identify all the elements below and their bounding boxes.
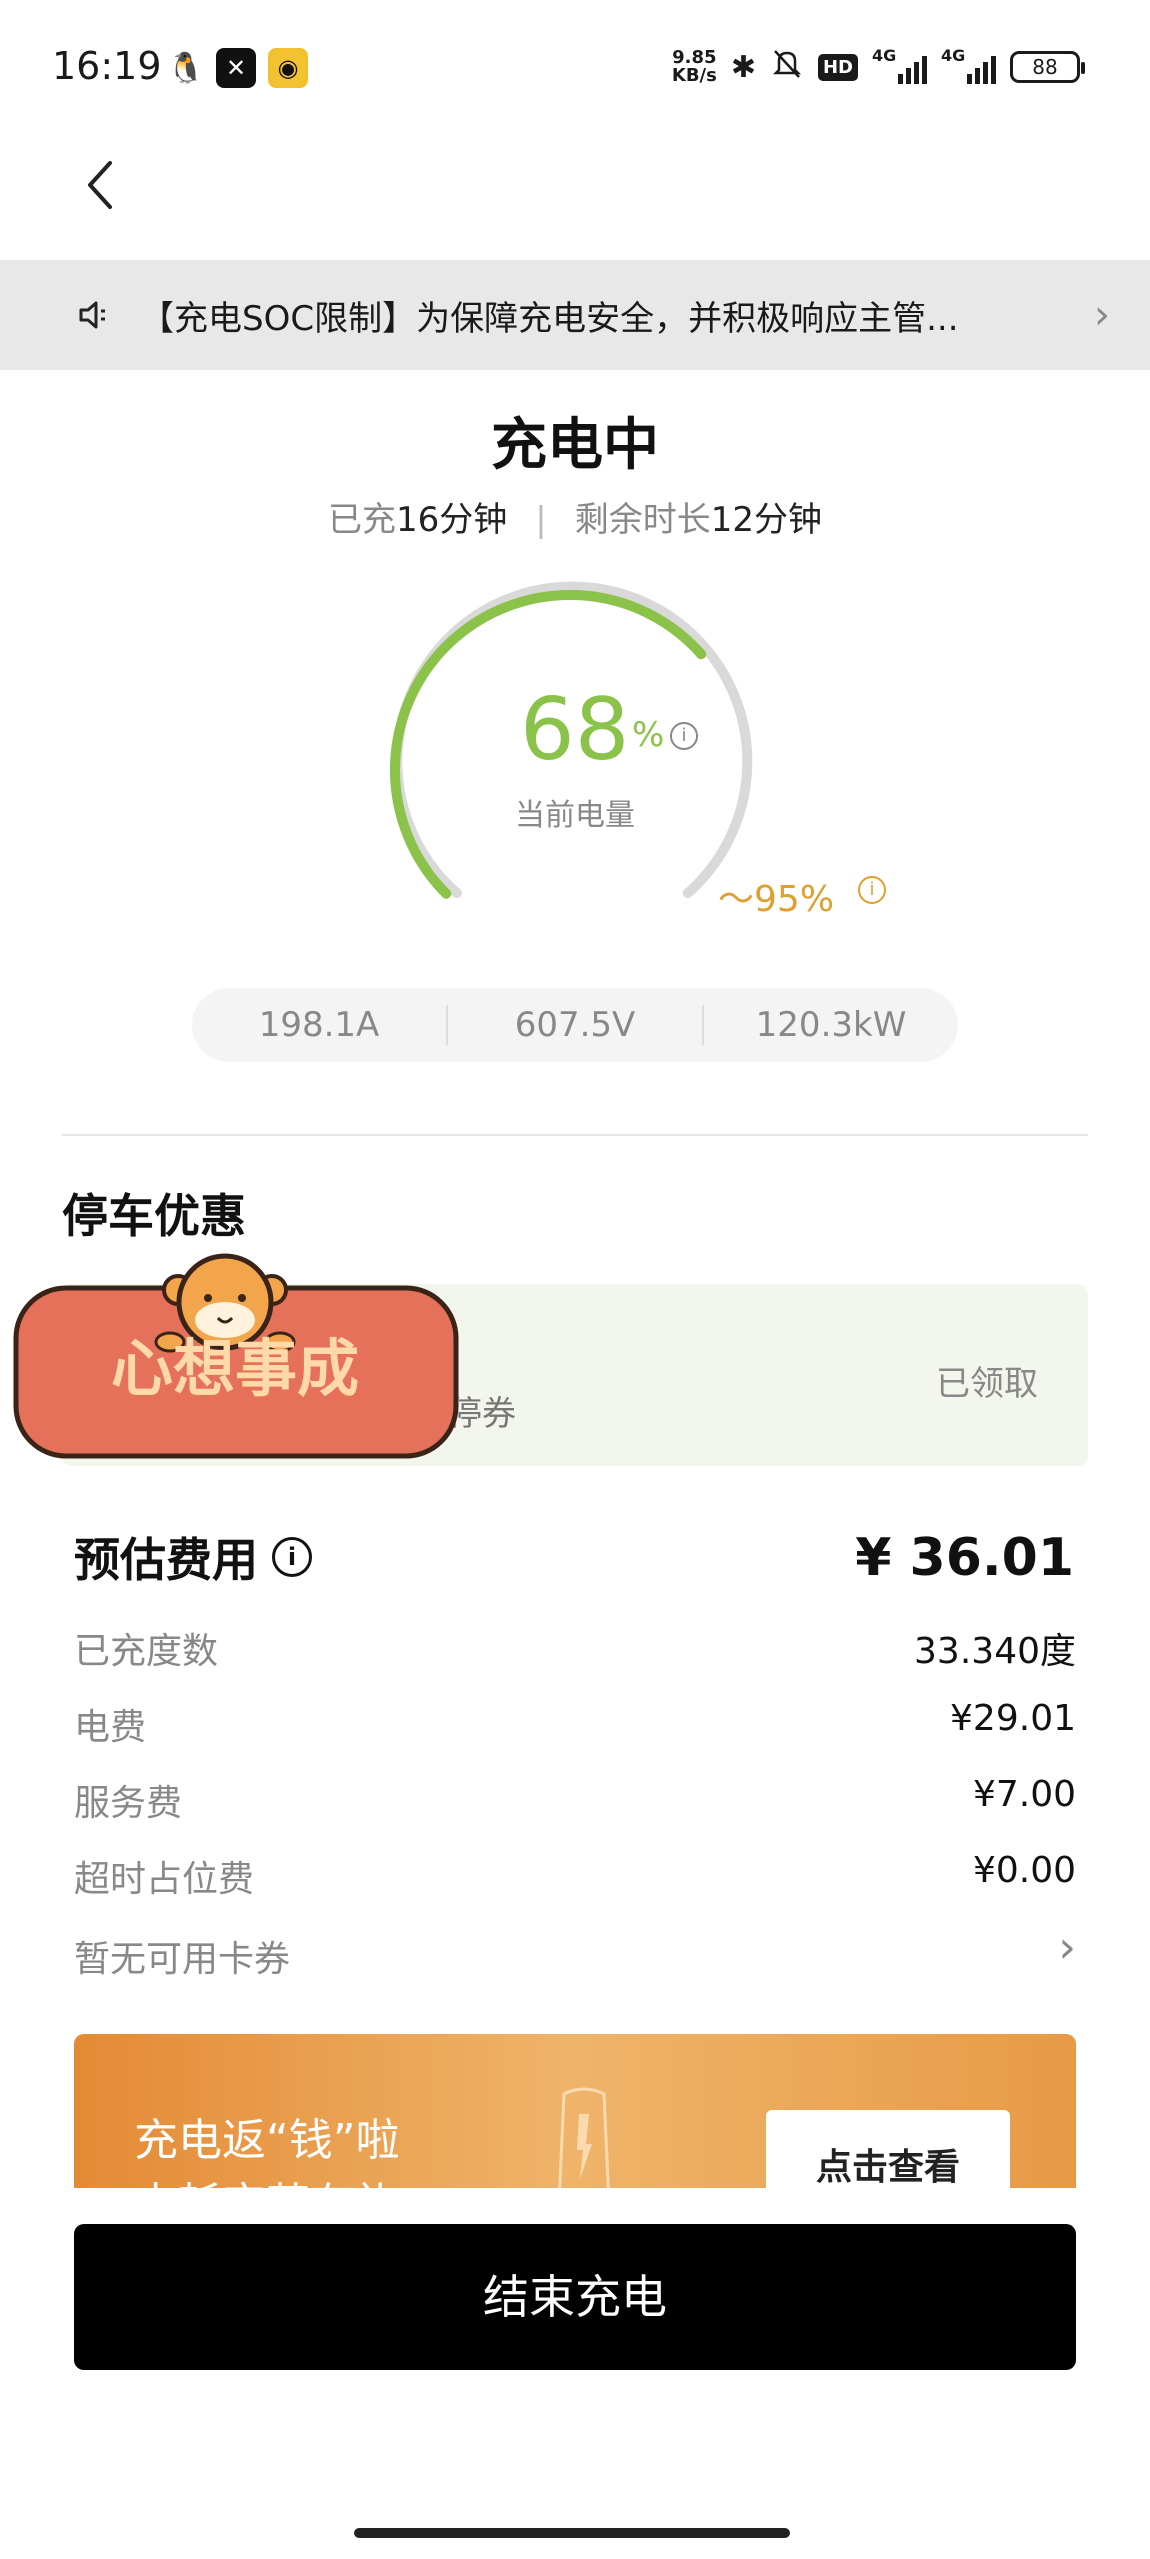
chevron-right-icon: › (1094, 292, 1110, 338)
charger-art-icon (558, 2087, 610, 2188)
fee-label: 超时占位费 (74, 1859, 255, 1900)
fee-row: 已充度数 33.340度 (74, 1622, 1076, 1674)
sticker-text: 心想事成 (111, 1332, 359, 1405)
voltage-value: 607.5V (514, 1005, 636, 1045)
soc-label: 当前电量 (515, 798, 635, 833)
battery-icon: 88 (1010, 51, 1085, 83)
charging-duration: 已充16分钟 | 剩余时长12分钟 (0, 492, 1150, 541)
fee-label: 电费 (74, 1707, 147, 1748)
notice-text: 【充电SOC限制】为保障充电安全，并积极响应主管... (140, 298, 959, 339)
fee-value: ¥0.00 (972, 1850, 1076, 1891)
charged-value: 16分钟 (396, 500, 508, 540)
info-icon[interactable]: i (272, 1537, 312, 1577)
fee-row: 服务费 ¥7.00 (74, 1774, 1076, 1826)
home-indicator[interactable] (354, 2528, 790, 2538)
fee-value: 33.340度 (914, 1631, 1076, 1672)
signal-icon: 4G (872, 46, 927, 84)
game-app-icon: ◉ (268, 48, 308, 88)
info-icon[interactable]: i (670, 722, 698, 750)
remaining-label: 剩余时长 (574, 500, 711, 540)
target-soc-value: 95% (754, 879, 835, 920)
chevron-left-icon (88, 161, 112, 209)
soc-unit: % (632, 715, 665, 755)
end-charging-button[interactable]: 结束充电 (74, 2224, 1076, 2370)
status-indicators: 9.85 KB/s ✱ HD 4G 4G 88 (672, 46, 1085, 88)
remaining-value: 12分钟 (710, 500, 822, 540)
parking-coupon-status: 已领取 (936, 1364, 1038, 1404)
fee-row: 超时占位费 ¥0.00 (74, 1850, 1076, 1902)
fee-value: ¥29.01 (950, 1698, 1076, 1739)
signal-type-label: 4G (872, 46, 897, 65)
battery-level: 88 (1032, 55, 1058, 79)
fee-title: 预估费用 i (74, 1524, 312, 1590)
banner-headline: 充电返“钱”啦 (134, 2115, 400, 2166)
bluetooth-icon: ✱ (730, 49, 756, 85)
target-soc: 〜95% (718, 870, 834, 922)
status-time: 16:19 (52, 44, 162, 88)
network-speed: 9.85 KB/s (672, 49, 717, 85)
promo-banner[interactable]: 充电返“钱”啦 电耗宝营有礼 点击查看 (74, 2034, 1076, 2188)
signal-icon-2: 4G (941, 46, 996, 84)
network-speed-unit: KB/s (671, 65, 717, 86)
coupon-label: 暂无可用卡券 (74, 1939, 291, 1980)
hd-icon: HD (817, 53, 858, 81)
back-button[interactable] (70, 150, 130, 220)
charging-metrics: 198.1A 607.5V 120.3kW (192, 988, 958, 1062)
fee-total: ¥ 36.01 (855, 1528, 1074, 1588)
target-info-icon[interactable]: i (858, 876, 886, 904)
view-details-button[interactable]: 点击查看 (766, 2110, 1010, 2188)
tilde-icon: 〜 (718, 879, 755, 920)
current-value: 198.1A (258, 1005, 380, 1045)
capcut-icon: ✕ (216, 48, 256, 88)
tiger-sticker: 心想事成 (13, 1253, 459, 1459)
notice-bar[interactable]: 【充电SOC限制】为保障充电安全，并积极响应主管... › (0, 260, 1150, 370)
fee-value: ¥7.00 (972, 1774, 1076, 1815)
banner-subline: 电耗宝营有礼 (134, 2168, 398, 2188)
soc-percentage: 68 (520, 680, 630, 780)
qq-icon: 🐧 (166, 48, 206, 88)
fee-row: 电费 ¥29.01 (74, 1698, 1076, 1750)
speaker-icon (79, 301, 105, 329)
charged-label: 已充 (328, 500, 396, 540)
fee-title-text: 预估费用 (74, 1533, 258, 1587)
power-value: 120.3kW (755, 1005, 907, 1045)
fee-label: 已充度数 (74, 1631, 219, 1672)
charging-status: 充电中 (491, 413, 659, 478)
signal-type-label: 4G (941, 46, 966, 65)
coupon-row[interactable]: 暂无可用卡券 › (74, 1922, 1076, 1982)
status-bar: 16:19 🐧 ✕ ◉ 9.85 KB/s ✱ HD 4G 4G 88 (0, 0, 1150, 140)
section-divider (62, 1134, 1088, 1136)
separator: | (535, 500, 547, 540)
fee-label: 服务费 (74, 1783, 183, 1824)
chevron-right-icon: › (1058, 1922, 1076, 1973)
bell-off-icon (770, 46, 804, 88)
